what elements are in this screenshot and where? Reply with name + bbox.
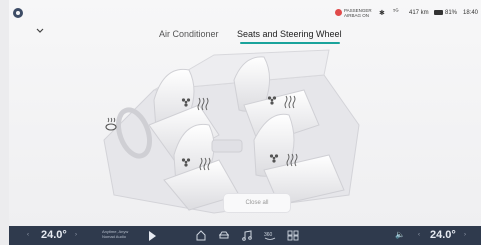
temp-left[interactable]: 24.0° xyxy=(41,229,67,241)
tab-seats-steering[interactable]: Seats and Steering Wheel xyxy=(237,29,342,39)
screen: PASSENGER AIRBAG ON ✱ ⁵ᴳ 417 km 81% 18:4… xyxy=(0,0,481,245)
chevron-down-icon[interactable] xyxy=(35,26,45,36)
temp-right[interactable]: 24.0° xyxy=(430,229,456,241)
steering-wheel-heat-icon[interactable] xyxy=(104,117,118,131)
status-bar: PASSENGER AIRBAG ON ✱ ⁵ᴳ 417 km 81% 18:4… xyxy=(9,0,481,24)
clock: 18:40 xyxy=(463,10,479,16)
360-camera-icon[interactable]: 360 xyxy=(264,230,276,241)
media-info[interactable]: Anytime, Anyw Nomad Audio xyxy=(102,229,128,239)
logo-icon xyxy=(13,8,23,18)
car-icon[interactable] xyxy=(218,230,230,241)
active-tab-indicator xyxy=(240,42,340,44)
volume-icon[interactable]: 🔈 xyxy=(395,230,405,239)
battery-icon xyxy=(434,10,443,15)
temp-left-decrease[interactable]: ‹ xyxy=(27,232,29,238)
main-panel: PASSENGER AIRBAG ON ✱ ⁵ᴳ 417 km 81% 18:4… xyxy=(9,0,481,226)
bluetooth-icon: ✱ xyxy=(379,10,385,17)
airbag-status: PASSENGER AIRBAG ON xyxy=(344,8,372,18)
airbag-line2: AIRBAG ON xyxy=(344,13,370,18)
close-all-button[interactable]: Close all xyxy=(223,193,291,213)
play-icon[interactable] xyxy=(149,231,156,241)
bottom-bar: ‹ 24.0° › Anytime, Anyw Nomad Audio 360 … xyxy=(9,226,481,245)
tab-air-conditioner[interactable]: Air Conditioner xyxy=(159,29,219,39)
signal-icon: ⁵ᴳ xyxy=(393,9,399,15)
svg-text:360: 360 xyxy=(264,232,273,238)
car-interior-illustration xyxy=(103,49,360,214)
music-icon[interactable] xyxy=(241,230,253,241)
temp-left-increase[interactable]: › xyxy=(75,232,77,238)
home-icon[interactable] xyxy=(195,230,207,241)
battery-percent: 81% xyxy=(445,10,458,16)
temp-right-decrease[interactable]: ‹ xyxy=(418,232,420,238)
apps-icon[interactable] xyxy=(287,230,299,241)
range-label: 417 km xyxy=(409,10,429,16)
media-subtitle: Nomad Audio xyxy=(102,234,127,239)
airbag-icon xyxy=(335,9,342,16)
temp-right-increase[interactable]: › xyxy=(464,232,466,238)
